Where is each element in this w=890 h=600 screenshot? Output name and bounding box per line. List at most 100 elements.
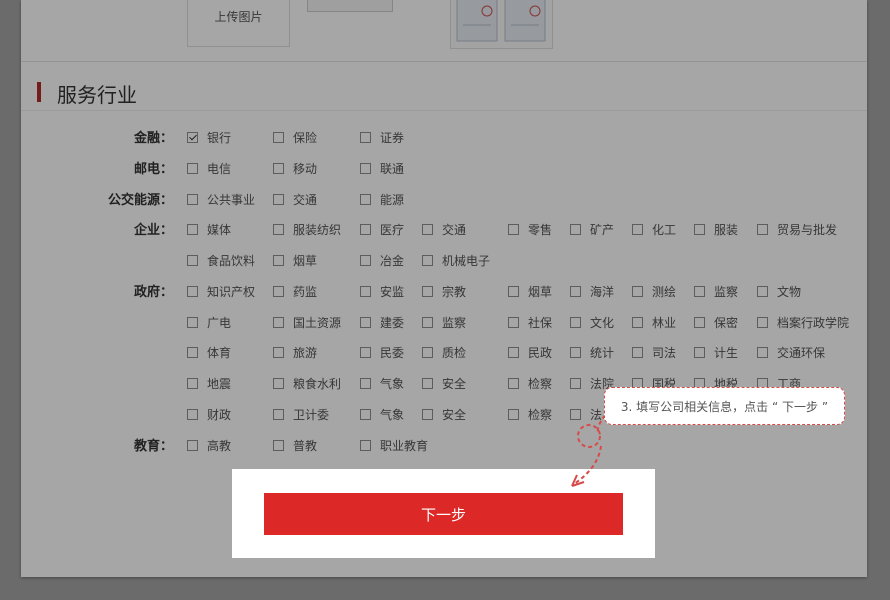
checkbox[interactable] — [273, 131, 284, 143]
industry-option[interactable]: 机械电子 — [422, 251, 490, 269]
industry-option[interactable]: 银行 — [187, 128, 231, 146]
industry-option[interactable]: 计生 — [694, 343, 738, 361]
checkbox[interactable] — [422, 377, 433, 389]
checkbox[interactable] — [360, 285, 371, 297]
industry-option[interactable]: 财政 — [187, 405, 231, 423]
checkbox[interactable] — [360, 131, 371, 143]
checkbox[interactable] — [422, 254, 433, 266]
checkbox[interactable] — [360, 162, 371, 174]
checkbox[interactable] — [360, 316, 371, 328]
industry-option[interactable]: 电信 — [187, 159, 231, 177]
checkbox[interactable] — [570, 377, 581, 389]
industry-option[interactable]: 社保 — [508, 313, 552, 331]
checkbox[interactable] — [694, 285, 705, 297]
industry-option[interactable]: 检察 — [508, 374, 552, 392]
industry-option[interactable]: 保密 — [694, 313, 738, 331]
industry-option[interactable]: 安全 — [422, 405, 466, 423]
checkbox[interactable] — [187, 316, 198, 328]
checkbox[interactable] — [360, 346, 371, 358]
checkbox[interactable] — [757, 285, 768, 297]
checkbox[interactable] — [422, 408, 433, 420]
industry-option[interactable]: 知识产权 — [187, 282, 255, 300]
checkbox[interactable] — [694, 316, 705, 328]
checkbox[interactable] — [632, 285, 643, 297]
checkbox[interactable] — [360, 193, 371, 205]
checkbox[interactable] — [273, 316, 284, 328]
industry-option[interactable]: 医疗 — [360, 220, 404, 238]
industry-option[interactable]: 检察 — [508, 405, 552, 423]
industry-option[interactable]: 质检 — [422, 343, 466, 361]
industry-option[interactable]: 海洋 — [570, 282, 614, 300]
industry-option[interactable]: 交通 — [422, 220, 466, 238]
industry-option[interactable]: 卫计委 — [273, 405, 329, 423]
industry-option[interactable]: 冶金 — [360, 251, 404, 269]
checkbox[interactable] — [187, 408, 198, 420]
industry-option[interactable]: 安监 — [360, 282, 404, 300]
checkbox[interactable] — [422, 316, 433, 328]
checkbox[interactable] — [422, 346, 433, 358]
industry-option[interactable]: 监察 — [694, 282, 738, 300]
industry-option[interactable]: 监察 — [422, 313, 466, 331]
checkbox[interactable] — [273, 346, 284, 358]
industry-option[interactable]: 矿产 — [570, 220, 614, 238]
checkbox[interactable] — [273, 254, 284, 266]
industry-option[interactable]: 档案行政学院 — [757, 313, 849, 331]
checkbox[interactable] — [570, 223, 581, 235]
industry-option[interactable]: 服装 — [694, 220, 738, 238]
upload-image-button[interactable]: 上传图片 — [187, 0, 290, 47]
checkbox[interactable] — [422, 223, 433, 235]
checkbox[interactable] — [273, 439, 284, 451]
industry-option[interactable]: 烟草 — [508, 282, 552, 300]
industry-option[interactable]: 食品饮料 — [187, 251, 255, 269]
checkbox[interactable] — [694, 346, 705, 358]
industry-option[interactable]: 贸易与批发 — [757, 220, 837, 238]
checkbox[interactable] — [632, 346, 643, 358]
industry-option[interactable]: 文化 — [570, 313, 614, 331]
industry-option[interactable]: 交通 — [273, 190, 317, 208]
checkbox[interactable] — [273, 285, 284, 297]
checkbox[interactable] — [187, 377, 198, 389]
checkbox[interactable] — [570, 316, 581, 328]
industry-option[interactable]: 职业教育 — [360, 436, 428, 454]
industry-option[interactable]: 保险 — [273, 128, 317, 146]
checkbox[interactable] — [757, 316, 768, 328]
industry-option[interactable]: 媒体 — [187, 220, 231, 238]
checkbox[interactable] — [632, 316, 643, 328]
checkbox[interactable] — [360, 223, 371, 235]
checkbox[interactable] — [508, 316, 519, 328]
checkbox[interactable] — [273, 223, 284, 235]
industry-option[interactable]: 安全 — [422, 374, 466, 392]
industry-option[interactable]: 联通 — [360, 159, 404, 177]
industry-option[interactable]: 烟草 — [273, 251, 317, 269]
checkbox[interactable] — [757, 346, 768, 358]
checkbox[interactable] — [757, 223, 768, 235]
checkbox[interactable] — [187, 285, 198, 297]
industry-option[interactable]: 移动 — [273, 159, 317, 177]
industry-option[interactable]: 林业 — [632, 313, 676, 331]
industry-option[interactable]: 证券 — [360, 128, 404, 146]
checkbox[interactable] — [570, 285, 581, 297]
next-step-button[interactable]: 下一步 — [264, 493, 623, 535]
industry-option[interactable]: 普教 — [273, 436, 317, 454]
checkbox[interactable] — [508, 408, 519, 420]
industry-option[interactable]: 地震 — [187, 374, 231, 392]
industry-option[interactable]: 国土资源 — [273, 313, 341, 331]
industry-option[interactable]: 高教 — [187, 436, 231, 454]
industry-option[interactable]: 交通环保 — [757, 343, 825, 361]
checkbox[interactable] — [273, 408, 284, 420]
industry-option[interactable]: 能源 — [360, 190, 404, 208]
industry-option[interactable]: 药监 — [273, 282, 317, 300]
industry-option[interactable]: 广电 — [187, 313, 231, 331]
industry-option[interactable]: 零售 — [508, 220, 552, 238]
checkbox[interactable] — [508, 285, 519, 297]
upload-submit-button[interactable] — [307, 0, 393, 12]
checkbox[interactable] — [508, 346, 519, 358]
industry-option[interactable]: 粮食水利 — [273, 374, 341, 392]
industry-option[interactable]: 民政 — [508, 343, 552, 361]
checkbox[interactable] — [187, 346, 198, 358]
checkbox[interactable] — [360, 408, 371, 420]
checkbox[interactable] — [570, 346, 581, 358]
industry-option[interactable]: 化工 — [632, 220, 676, 238]
checkbox[interactable] — [360, 439, 371, 451]
checkbox[interactable] — [360, 254, 371, 266]
